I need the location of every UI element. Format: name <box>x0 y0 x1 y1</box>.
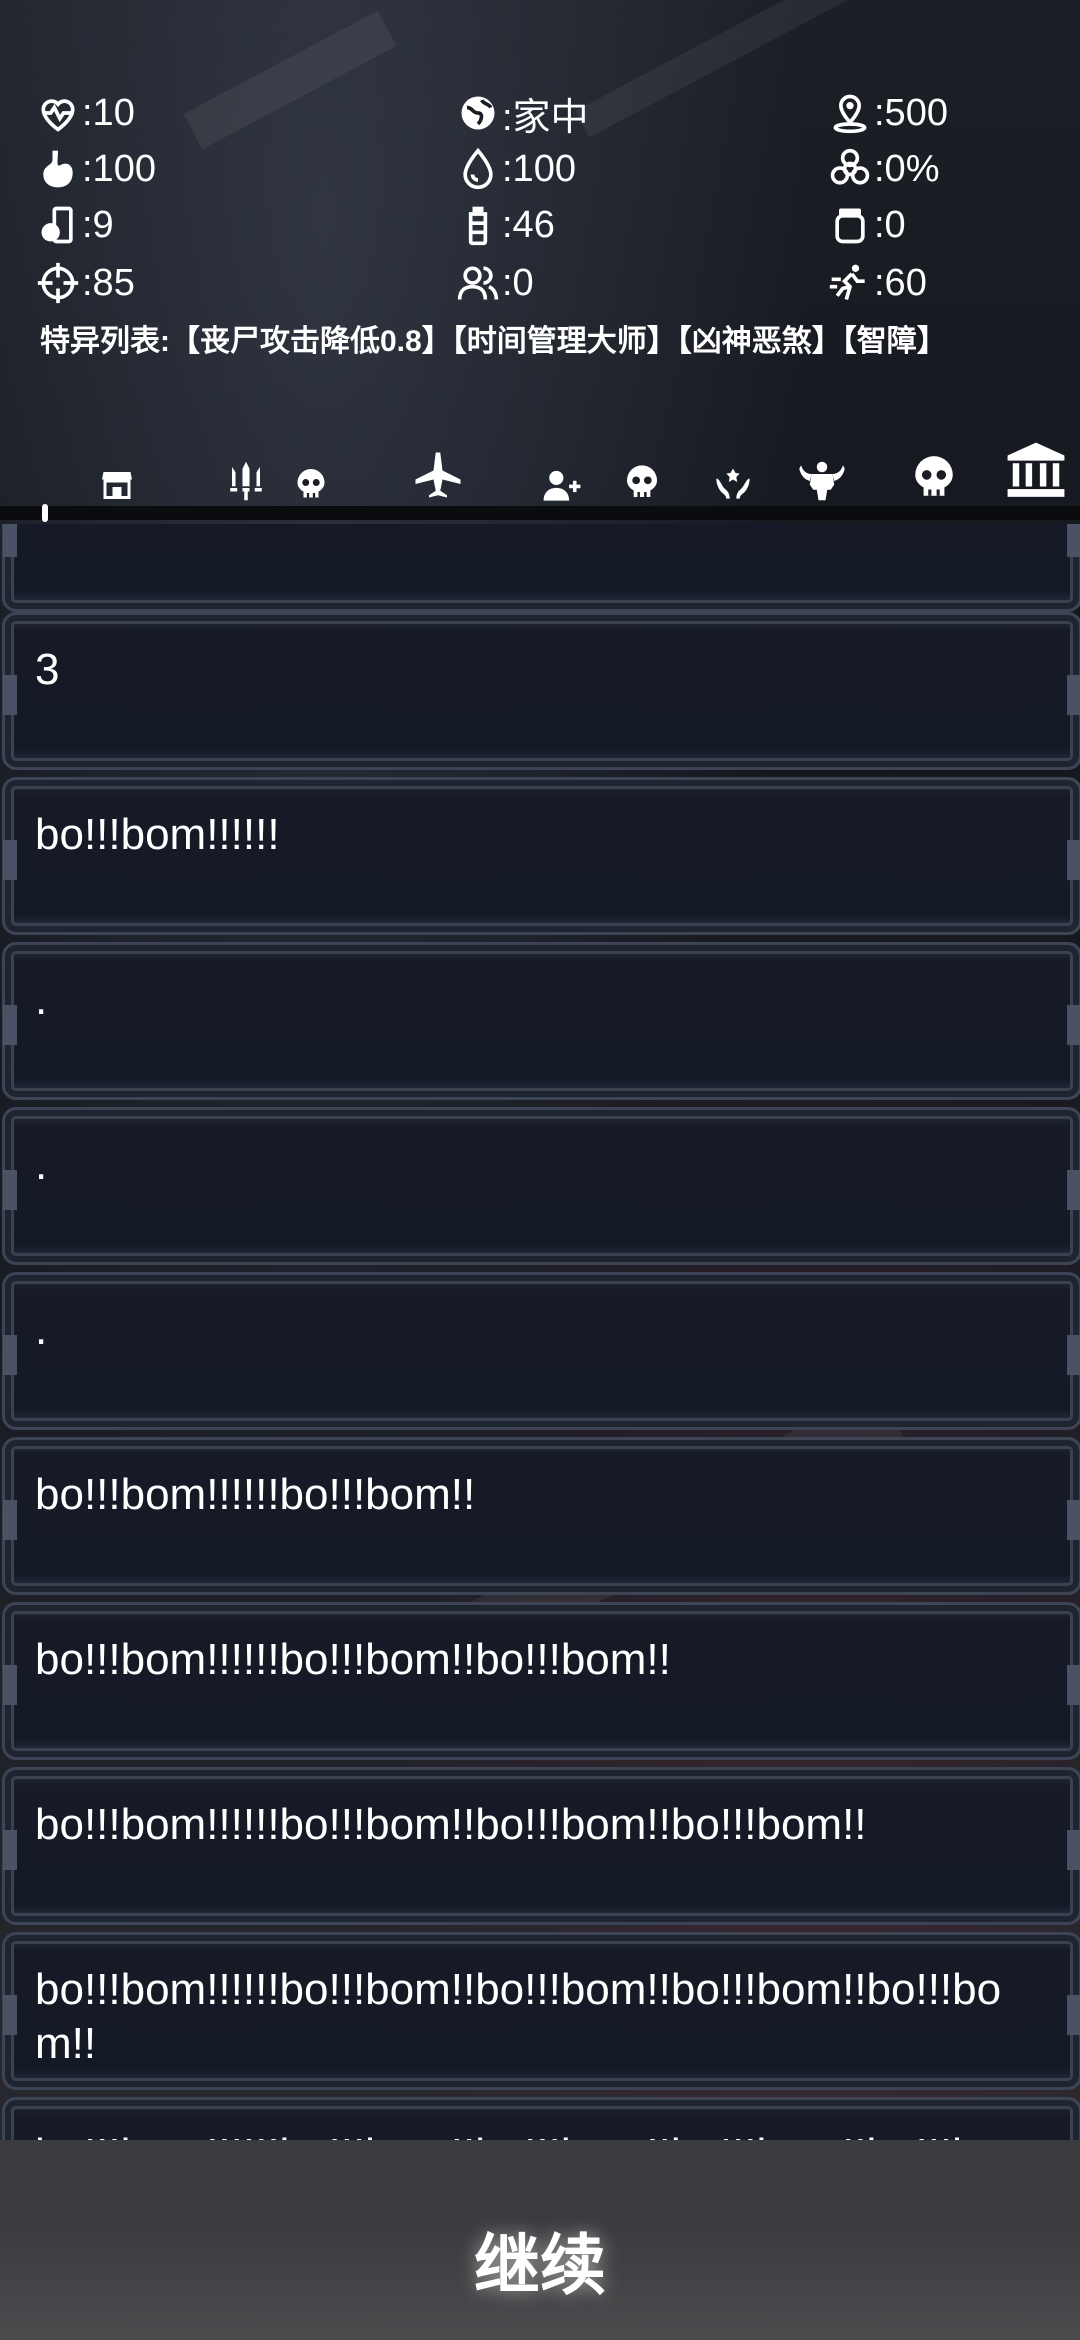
accuracy-value: :85 <box>82 261 135 304</box>
accuracy-stat: :85 <box>36 258 135 308</box>
infection-value: :0% <box>874 147 940 190</box>
continue-button[interactable]: 继续 <box>390 2200 690 2320</box>
thirst-value: :100 <box>502 147 576 190</box>
thirst-stat: :100 <box>456 144 576 194</box>
speed-stat: :60 <box>828 258 927 308</box>
water-stat: :46 <box>456 200 555 250</box>
message-item: bo!!!bom!!!!!!bo!!!bom!! <box>2 1437 1080 1595</box>
distance-stat: :500 <box>828 88 948 138</box>
heartbeat-icon <box>41 99 75 132</box>
message-item: bo!!!bom!!!!!!bo!!!bom!!bo!!!bom!!bo!!!b… <box>2 1932 1080 2090</box>
plane-icon[interactable] <box>410 448 466 502</box>
message-text: bo!!!bom!!!!!! <box>35 810 280 859</box>
strength-icon[interactable] <box>794 460 850 502</box>
message-text: . <box>35 1140 48 1189</box>
crosshair-icon <box>37 262 79 304</box>
map-pin-icon <box>833 94 867 134</box>
companions-stat: :0 <box>456 258 534 308</box>
water-bottle-icon <box>468 206 488 246</box>
bank-icon[interactable] <box>1004 440 1068 502</box>
message-item <box>2 524 1080 612</box>
message-text: 3 <box>35 645 60 694</box>
canned-food-icon <box>41 206 73 244</box>
location-stat: :家中 <box>456 88 589 139</box>
weapons-icon[interactable] <box>224 460 268 502</box>
hunger-value: :100 <box>82 147 156 190</box>
scrollbar-thumb[interactable] <box>42 504 48 522</box>
biohazard-icon <box>830 148 870 185</box>
health-stat: :10 <box>36 88 135 138</box>
skull-icon[interactable] <box>620 462 664 502</box>
message-item: bo!!!bom!!!!!!bo!!!bom!!bo!!!bom!!bo!!!b… <box>2 2097 1080 2140</box>
shop-icon[interactable] <box>98 466 136 502</box>
message-text: bo!!!bom!!!!!!bo!!!bom!!bo!!!bom!! <box>35 1635 671 1684</box>
stomach-icon <box>43 150 73 188</box>
message-item: bo!!!bom!!!!!!bo!!!bom!!bo!!!bom!!bo!!!b… <box>2 1767 1080 1925</box>
message-text: bo!!!bom!!!!!!bo!!!bom!!bo!!!bom!!bo!!!b… <box>35 1965 1002 2068</box>
speed-value: :60 <box>874 261 927 304</box>
message-text: bo!!!bom!!!!!!bo!!!bom!! <box>35 1470 476 1519</box>
skull-icon[interactable] <box>292 466 330 502</box>
toolbar-scrollbar[interactable] <box>0 504 1080 522</box>
message-item: bo!!!bom!!!!!! <box>2 777 1080 935</box>
medicine-stat: :0 <box>828 200 906 250</box>
food-value: :9 <box>82 203 114 246</box>
background-beam <box>183 10 397 150</box>
message-item: 3 <box>2 612 1080 770</box>
heal-icon[interactable] <box>712 462 754 502</box>
message-item: . <box>2 942 1080 1100</box>
globe-icon <box>461 96 495 130</box>
message-log[interactable]: 3 bo!!!bom!!!!!! . . . bo!!!bom!!!!!!bo!… <box>0 524 1080 2140</box>
message-text: bo!!!bom!!!!!!bo!!!bom!!bo!!!bom!!bo!!!b… <box>35 1800 867 1849</box>
traits-list: 特异列表:【丧尸攻击降低0.8】【时间管理大师】【凶神恶煞】【智障】 <box>40 325 947 358</box>
medicine-value: :0 <box>874 203 906 246</box>
message-item: bo!!!bom!!!!!!bo!!!bom!!bo!!!bom!! <box>2 1602 1080 1760</box>
water-drop-icon <box>463 147 493 190</box>
jar-icon <box>835 208 865 244</box>
message-text: . <box>35 1305 48 1354</box>
users-icon <box>457 266 499 300</box>
message-item: . <box>2 1107 1080 1265</box>
water-value: :46 <box>502 203 555 246</box>
running-icon <box>829 264 865 301</box>
hunger-stat: :100 <box>36 144 156 194</box>
companions-value: :0 <box>502 261 534 304</box>
message-item: . <box>2 1272 1080 1430</box>
infection-stat: :0% <box>828 144 939 194</box>
distance-value: :500 <box>874 91 948 134</box>
message-text: bo!!!bom!!!!!!bo!!!bom!!bo!!!bom!!bo!!!b… <box>35 2128 1055 2140</box>
health-value: :10 <box>82 91 135 134</box>
add-user-icon[interactable] <box>540 468 584 502</box>
message-text: . <box>35 975 48 1024</box>
skull-icon[interactable] <box>908 452 960 502</box>
location-value: :家中 <box>502 96 589 139</box>
food-stat: :9 <box>36 200 114 250</box>
